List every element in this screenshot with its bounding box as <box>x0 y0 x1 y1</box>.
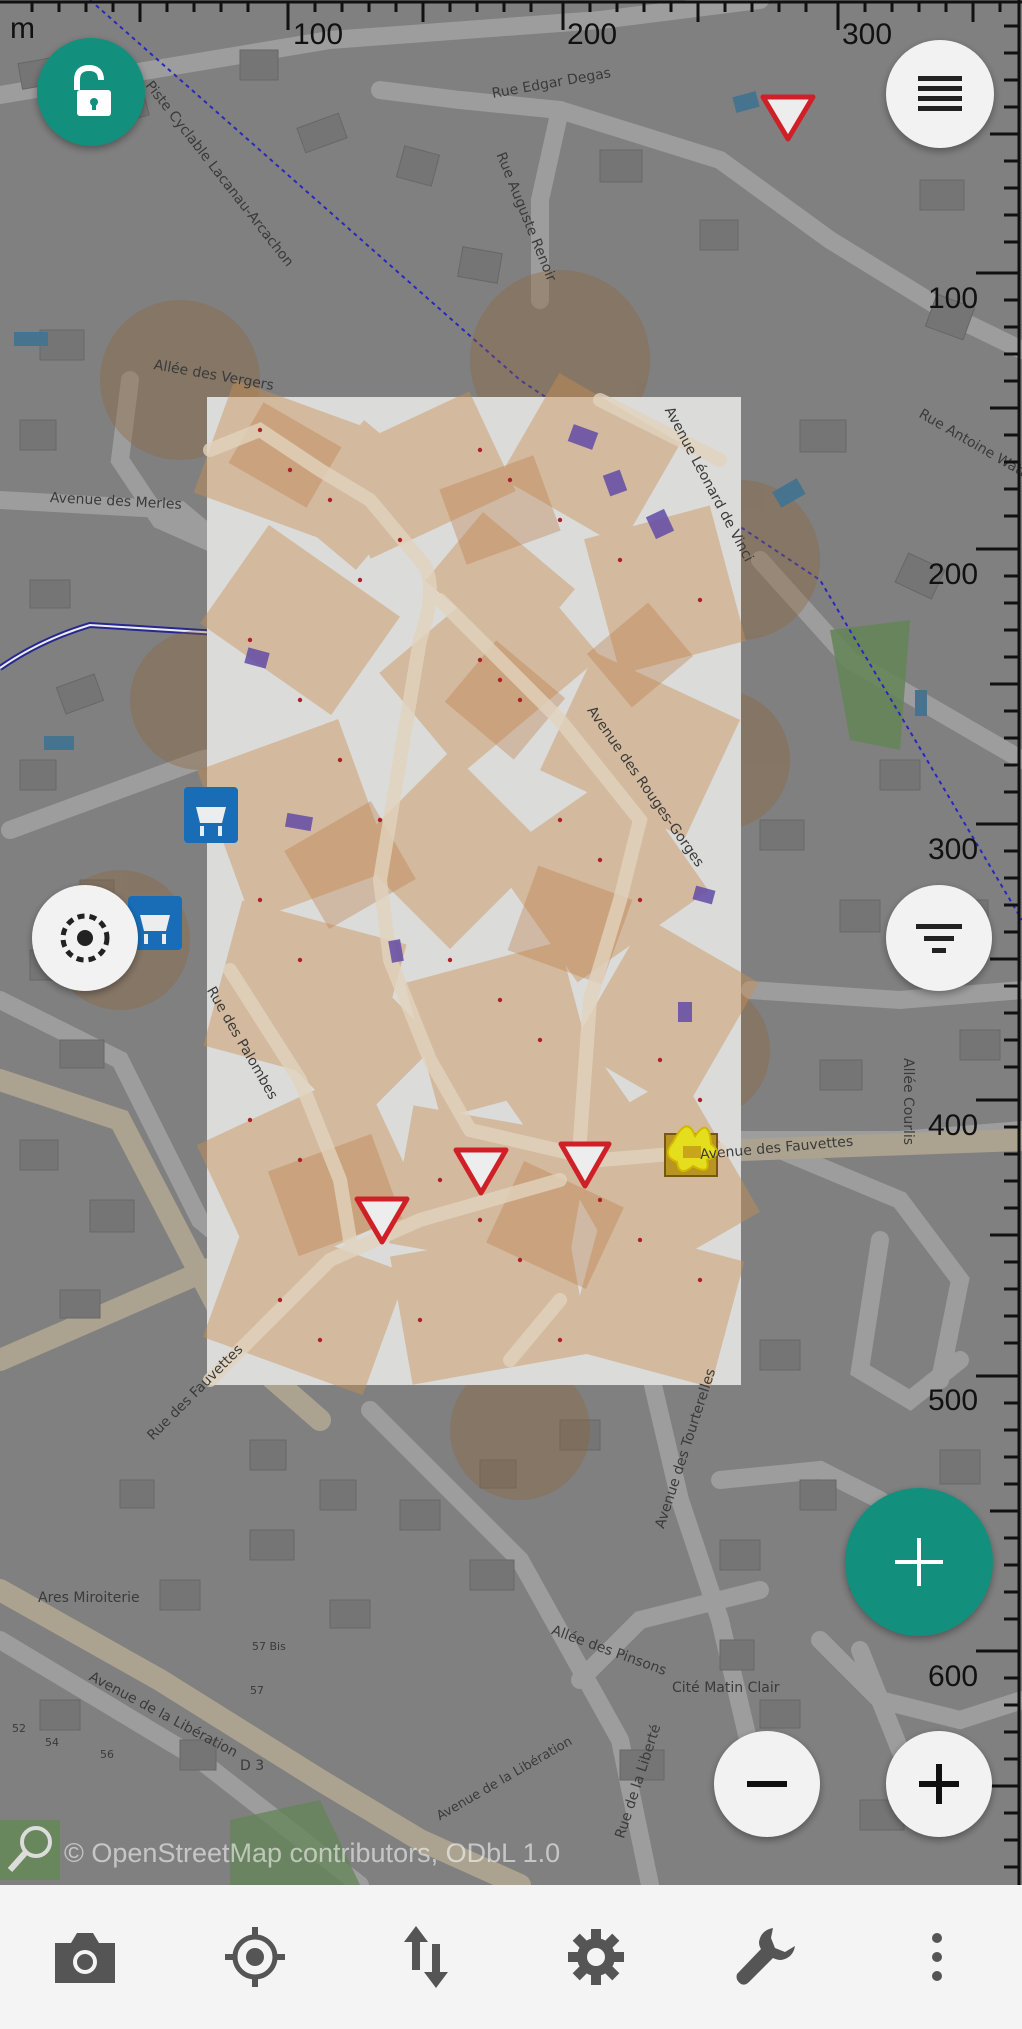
street-label: 52 <box>12 1722 26 1735</box>
lock-open-icon <box>74 64 111 116</box>
menu-button[interactable] <box>886 40 994 148</box>
zoom-in-icon <box>919 1764 959 1804</box>
street-label: Allée Courlis <box>900 1058 916 1146</box>
street-label: Ares Miroiterie <box>38 1590 140 1606</box>
add-button[interactable] <box>845 1488 993 1636</box>
ruler-right-tick: 400 <box>928 1109 979 1142</box>
tools-button[interactable] <box>726 1917 806 1997</box>
camera-button[interactable] <box>45 1917 125 1997</box>
street-label: 54 <box>45 1736 59 1749</box>
ruler-top-tick: 300 <box>842 18 893 51</box>
transfer-button[interactable] <box>386 1917 466 1997</box>
wrench-icon <box>736 1928 796 1985</box>
zoom-out-button[interactable] <box>714 1731 820 1837</box>
ruler-right-tick: 100 <box>928 282 979 315</box>
ruler-right-tick: 500 <box>928 1384 979 1417</box>
gear-icon <box>568 1929 625 1985</box>
street-label: 57 Bis <box>252 1640 286 1653</box>
map-attribution: © OpenStreetMap contributors, ODbL 1.0 <box>64 1838 561 1868</box>
more-vert-icon <box>931 1933 942 1981</box>
street-label: D 3 <box>240 1758 265 1774</box>
bottom-toolbar <box>0 1885 1022 2029</box>
camera-icon <box>55 1933 116 1983</box>
street-label: Cité Matin Clair <box>672 1680 780 1696</box>
ruler-unit: m <box>10 12 35 45</box>
filter-icon <box>916 924 962 953</box>
ruler-top-tick: 200 <box>567 18 618 51</box>
gps-target-button[interactable] <box>215 1917 295 1997</box>
transfer-icon <box>403 1926 448 1988</box>
zoom-in-button[interactable] <box>886 1731 992 1837</box>
filter-button[interactable] <box>886 885 992 991</box>
gps-button[interactable] <box>32 885 138 991</box>
add-icon <box>895 1538 943 1586</box>
ruler-right-tick: 200 <box>928 558 979 591</box>
ruler-right-tick: 300 <box>928 833 979 866</box>
map-view[interactable]: Piste Cyclable Lacanau-Arcachon Rue Edga… <box>0 0 1022 1885</box>
street-label: 56 <box>100 1748 114 1761</box>
ruler-right-tick: 600 <box>928 1660 979 1693</box>
gps-locate-icon <box>60 913 110 963</box>
ruler-top-tick: 100 <box>293 18 344 51</box>
zoom-out-icon <box>747 1781 787 1787</box>
gps-target-icon <box>225 1927 286 1987</box>
street-label: 57 <box>250 1684 264 1697</box>
menu-icon <box>918 76 962 111</box>
more-button[interactable] <box>897 1917 977 1997</box>
ruler-top: m 100 200 300 <box>0 0 1022 51</box>
settings-button[interactable] <box>556 1917 636 1997</box>
lock-button[interactable] <box>37 38 145 146</box>
